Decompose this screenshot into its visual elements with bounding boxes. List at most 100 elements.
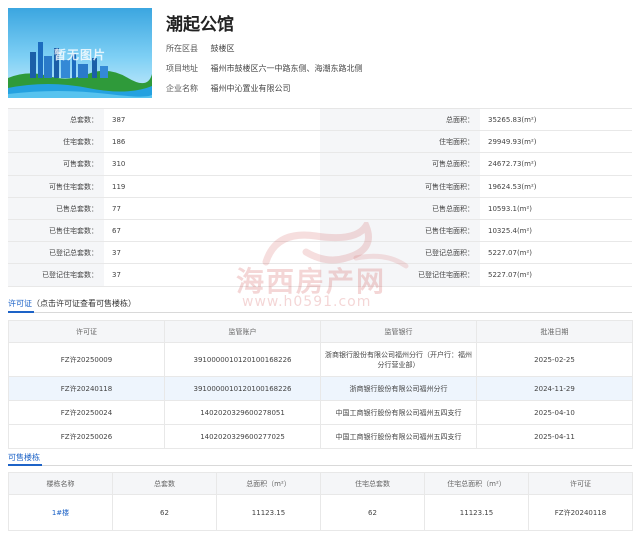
- column-header: 总套数: [112, 472, 217, 495]
- stat-label: 已登记住宅面积：: [320, 264, 480, 286]
- column-header: 监管银行: [320, 320, 477, 343]
- column-header: 楼栋名称: [8, 472, 113, 495]
- info-value: 鼓楼区: [210, 44, 235, 53]
- stat-label: 总套数：: [8, 109, 104, 131]
- stat-value: 19624.53(m²): [488, 182, 537, 191]
- sales-stats-table: 总套数： 387 总面积： 35265.83(m²) 住宅套数： 186 住宅面…: [8, 108, 632, 287]
- buildings-section-title: 可售楼栋: [8, 452, 40, 463]
- column-header: 批准日期: [476, 320, 633, 343]
- permit-number[interactable]: FZ许20250024: [8, 400, 165, 425]
- stat-label: 已售总套数：: [8, 197, 104, 219]
- building-total-area: 11123.15: [216, 494, 321, 531]
- project-thumbnail: 暂无图片: [8, 8, 152, 98]
- buildings-underline: [8, 464, 42, 466]
- stat-value: 37: [112, 249, 121, 258]
- stats-row: 住宅套数： 186 住宅面积： 29949.93(m²): [8, 131, 632, 154]
- stats-row: 可售套数： 310 可售总面积： 24672.73(m²): [8, 153, 632, 176]
- info-value: 福州中沁置业有限公司: [210, 84, 291, 93]
- stats-row: 已售总套数： 77 已售总面积： 10593.1(m²): [8, 197, 632, 220]
- supervision-bank: 中国工商银行股份有限公司福州五四支行: [320, 424, 477, 449]
- stat-value: 310: [112, 160, 126, 169]
- buildings-header-row: 楼栋名称 总套数 总面积（m²） 住宅总套数 住宅总面积（m²） 许可证: [8, 472, 633, 495]
- permit-number[interactable]: FZ许20250026: [8, 424, 165, 449]
- table-row[interactable]: FZ许20250024 1402020329600278051 中国工商银行股份…: [8, 400, 633, 425]
- building-residential-area: 11123.15: [424, 494, 529, 531]
- building-name-link[interactable]: 1#楼: [8, 494, 113, 531]
- column-header: 住宅总套数: [320, 472, 425, 495]
- approval-date: 2025-02-25: [476, 342, 633, 377]
- column-header: 监管账户: [164, 320, 321, 343]
- stat-value: 24672.73(m²): [488, 160, 537, 169]
- approval-date: 2025-04-10: [476, 400, 633, 425]
- column-header: 许可证: [528, 472, 633, 495]
- permits-table: 许可证 监管账户 监管银行 批准日期 FZ许20250009 391000001…: [8, 320, 633, 449]
- stat-label: 住宅面积：: [320, 131, 480, 153]
- stat-label: 已售住宅套数：: [8, 219, 104, 242]
- supervision-bank: 浙商银行股份有限公司福州分行（开户行：福州分行营业部）: [320, 342, 477, 377]
- building-permit: FZ许20240118: [528, 494, 633, 531]
- stat-value: 77: [112, 204, 121, 213]
- stat-label: 已登记总面积：: [320, 242, 480, 264]
- table-row[interactable]: FZ许20250009 391000001012010016822​6 浙商银行…: [8, 342, 633, 377]
- permits-divider: [8, 312, 632, 313]
- buildings-title: 可售楼栋: [8, 453, 40, 462]
- stat-value: 10593.1(m²): [488, 204, 533, 213]
- stat-label: 可售套数：: [8, 153, 104, 175]
- stat-label: 住宅套数：: [8, 131, 104, 153]
- stat-value: 5227.07(m²): [488, 271, 533, 280]
- stat-label: 可售总面积：: [320, 153, 480, 175]
- info-label: 企业名称: [166, 84, 198, 93]
- watermark-url: www.h0591.com: [242, 294, 372, 310]
- permits-underline: [8, 311, 34, 313]
- permit-number[interactable]: FZ许20240118: [8, 376, 165, 401]
- stat-label: 已售总面积：: [320, 197, 480, 219]
- stat-label: 已登记住宅套数：: [8, 264, 104, 286]
- supervision-account: 1402020329600277025: [164, 424, 321, 449]
- permit-number[interactable]: FZ许20250009: [8, 342, 165, 377]
- approval-date: 2025-04-11: [476, 424, 633, 449]
- stat-value: 67: [112, 226, 121, 235]
- info-district: 所在区县 鼓楼区: [166, 43, 235, 54]
- stat-value: 10325.4(m²): [488, 226, 533, 235]
- approval-date: 2024-11-29: [476, 376, 633, 401]
- permits-section-title: 许可证（点击许可证查看可售楼栋）: [8, 298, 136, 309]
- thumbnail-overlay-text: 暂无图片: [54, 48, 107, 62]
- stat-label: 可售住宅套数：: [8, 175, 104, 197]
- buildings-table: 楼栋名称 总套数 总面积（m²） 住宅总套数 住宅总面积（m²） 许可证 1#楼…: [8, 472, 633, 531]
- stat-label: 已登记总套数：: [8, 242, 104, 264]
- stat-value: 35265.83(m²): [488, 116, 537, 124]
- stats-row: 已登记住宅套数： 37 已登记住宅面积： 5227.07(m²): [8, 264, 632, 287]
- column-header: 住宅总面积（m²）: [424, 472, 529, 495]
- info-address: 项目地址 福州市鼓楼区六一中路东侧、海潮东路北侧: [166, 63, 363, 74]
- stat-value: 119: [112, 182, 126, 191]
- project-title: 潮起公馆: [166, 15, 234, 35]
- stats-row: 总套数： 387 总面积： 35265.83(m²): [8, 109, 632, 132]
- permits-hint: （点击许可证查看可售楼栋）: [32, 299, 136, 308]
- buildings-divider: [8, 465, 632, 466]
- table-row[interactable]: FZ许20250026 1402020329600277025 中国工商银行股份…: [8, 424, 633, 449]
- info-label: 项目地址: [166, 64, 198, 73]
- supervision-account: 1402020329600278051: [164, 400, 321, 425]
- project-header: 暂无图片 潮起公馆 所在区县 鼓楼区 项目地址 福州市鼓楼区六一中路东侧、海潮东…: [8, 8, 632, 100]
- supervision-bank: 中国工商银行股份有限公司福州五四支行: [320, 400, 477, 425]
- stat-value: 5227.07(m²): [488, 249, 533, 258]
- supervision-account: 3910000010120100168226: [164, 376, 321, 401]
- table-row[interactable]: FZ许20240118 3910000010120100168226 浙商银行股…: [8, 376, 633, 401]
- stats-row: 可售住宅套数： 119 可售住宅面积： 19624.53(m²): [8, 175, 632, 198]
- stats-row: 已售住宅套数： 67 已售住宅面积： 10325.4(m²): [8, 219, 632, 243]
- stats-row: 已登记总套数： 37 已登记总面积： 5227.07(m²): [8, 242, 632, 265]
- supervision-bank: 浙商银行股份有限公司福州分行: [320, 376, 477, 401]
- building-residential-units: 62: [320, 494, 425, 531]
- supervision-account: 391000001012010016822​6: [164, 342, 321, 377]
- table-row: 1#楼 62 11123.15 62 11123.15 FZ许20240118: [8, 494, 633, 531]
- stat-value: 29949.93(m²): [488, 138, 537, 147]
- info-company: 企业名称 福州中沁置业有限公司: [166, 83, 291, 94]
- stat-value: 37: [112, 271, 121, 280]
- column-header: 许可证: [8, 320, 165, 343]
- info-label: 所在区县: [166, 44, 198, 53]
- stat-label: 总面积：: [320, 109, 480, 131]
- stat-value: 186: [112, 138, 126, 147]
- stat-label: 可售住宅面积：: [320, 175, 480, 197]
- permits-title: 许可证: [8, 299, 32, 308]
- column-header: 总面积（m²）: [216, 472, 321, 495]
